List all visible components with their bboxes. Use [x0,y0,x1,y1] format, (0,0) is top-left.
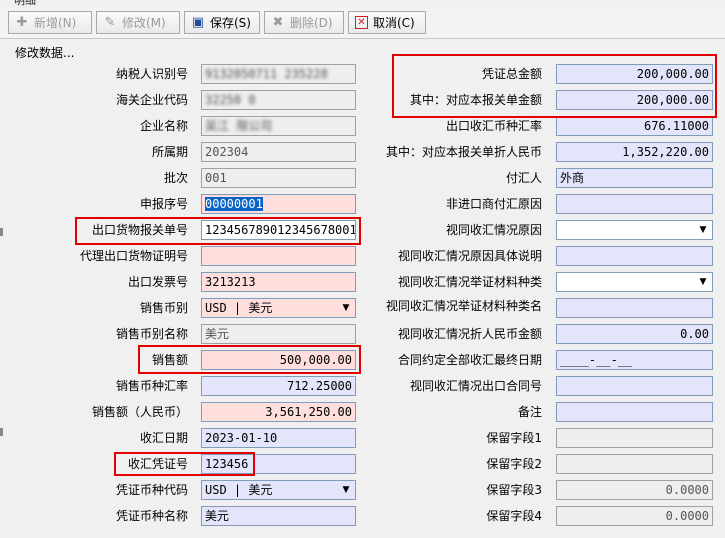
voucher-currency-name-field[interactable]: 美元 [201,506,356,526]
reserve1-label: 保留字段1 [486,431,542,445]
reserve1-field[interactable] [556,428,713,448]
agent-cert-no-label: 代理出口货物证明号 [79,249,188,263]
deemed-material-name-field[interactable] [556,298,713,318]
add-button-label: 新增(N) [34,16,77,30]
payer-label: 付汇人 [505,171,542,185]
collection-voucher-label: 收汇凭证号 [127,457,188,471]
declare-no-label: 申报序号 [139,197,188,211]
sales-rate-label: 销售币种汇率 [115,379,188,393]
invoice-no-field[interactable]: 3213213 [201,272,356,292]
cancel-icon: ✕ [355,16,368,29]
deemed-contract-no-field[interactable] [556,376,713,396]
export-rate-label: 出口收汇币种汇率 [445,119,542,133]
contract-final-date-field[interactable]: ____-__-__ [556,350,713,370]
deemed-reason-select[interactable]: ▼ [556,220,713,240]
company-name-field[interactable]: 吴江 限公司 [201,116,356,136]
cancel-button[interactable]: ✕ 取消(C) [348,11,426,34]
non-importer-reason-label: 非进口商付汇原因 [445,197,542,211]
collection-date-field[interactable]: 2023-01-10 [201,428,356,448]
deemed-rmb-field[interactable]: 0.00 [556,324,713,344]
reserve3-field[interactable]: 0.0000 [556,480,713,500]
deemed-reason-label: 视同收汇情况原因 [445,223,542,237]
sales-amount-field[interactable]: 500,000.00 [201,350,356,370]
splitter-handle[interactable] [0,228,7,236]
chevron-down-icon[interactable]: ▼ [339,300,353,316]
batch-label: 批次 [163,171,188,185]
sales-amount-label: 销售额 [151,353,188,367]
add-icon: ✚ [16,14,28,30]
save-button-label: 保存(S) [210,16,251,30]
batch-field[interactable]: 001 [201,168,356,188]
toolbar: ✚ 新增(N) ✎ 修改(M) ▣ 保存(S) ✖ 删除(D) ✕ 取消(C) [0,8,725,39]
delete-button[interactable]: ✖ 删除(D) [264,11,344,34]
contract-final-date-label: 合同约定全部收汇最终日期 [397,353,542,367]
sales-currency-name-field[interactable]: 美元 [201,324,356,344]
reserve2-field[interactable] [556,454,713,474]
customs-code-field[interactable]: 32250 0 [201,90,356,110]
declaration-rmb-field[interactable]: 1,352,220.00 [556,142,713,162]
reserve3-label: 保留字段3 [486,483,542,497]
invoice-no-label: 出口发票号 [127,275,188,289]
delete-button-label: 删除(D) [290,16,333,30]
sales-amount-rmb-field[interactable]: 3,561,250.00 [201,402,356,422]
agent-cert-no-field[interactable] [201,246,356,266]
taxpayer-id-field[interactable]: 9132050711 235228 [201,64,356,84]
non-importer-reason-field[interactable] [556,194,713,214]
deemed-material-type-select[interactable]: ▼ [556,272,713,292]
payer-field[interactable]: 外商 [556,168,713,188]
edit-button[interactable]: ✎ 修改(M) [96,11,180,34]
splitter-handle[interactable] [0,428,7,436]
delete-icon: ✖ [272,14,284,30]
export-declaration-no-field[interactable]: 123456789012345678001 [201,220,356,240]
sales-currency-name-label: 销售币别名称 [115,327,188,341]
voucher-total-field[interactable]: 200,000.00 [556,64,713,84]
customs-code-label: 海关企业代码 [115,93,188,107]
sales-rate-field[interactable]: 712.25000 [201,376,356,396]
edit-button-label: 修改(M) [122,16,166,30]
deemed-material-type-label: 视同收汇情况举证材料种类 [397,275,542,289]
declaration-rmb-label: 其中：对应本报关单折人民币 [385,145,542,159]
voucher-currency-select[interactable]: USD | 美元 ▼ [201,480,356,500]
taxpayer-id-label: 纳税人识别号 [115,67,188,81]
sales-amount-rmb-label: 销售额（人民币） [91,405,188,419]
deemed-material-name-label: 视同收汇情况举证材料种类名 [385,299,542,313]
chevron-down-icon[interactable]: ▼ [339,482,353,498]
deemed-contract-no-label: 视同收汇情况出口合同号 [409,379,542,393]
window-title: 明细 [14,0,36,7]
reserve4-label: 保留字段4 [486,509,542,523]
collection-date-label: 收汇日期 [139,431,188,445]
remark-label: 备注 [517,405,542,419]
period-label: 所属期 [151,145,188,159]
voucher-currency-name-label: 凭证币种名称 [115,509,188,523]
declaration-amount-field[interactable]: 200,000.00 [556,90,713,110]
sales-currency-label: 销售币别 [139,301,188,315]
edit-icon: ✎ [104,14,116,30]
voucher-total-label: 凭证总金额 [481,67,542,81]
declaration-amount-label: 其中：对应本报关单金额 [409,93,542,107]
reserve4-field[interactable]: 0.0000 [556,506,713,526]
reserve2-label: 保留字段2 [486,457,542,471]
chevron-down-icon[interactable]: ▼ [696,222,710,238]
voucher-currency-label: 凭证币种代码 [115,483,188,497]
chevron-down-icon[interactable]: ▼ [696,274,710,290]
company-name-label: 企业名称 [139,119,188,133]
period-field[interactable]: 202304 [201,142,356,162]
save-button[interactable]: ▣ 保存(S) [184,11,260,34]
declare-no-field[interactable]: 00000001 [201,194,356,214]
deemed-reason-detail-field[interactable] [556,246,713,266]
mode-caption: 修改数据... [15,46,75,60]
remark-field[interactable] [556,402,713,422]
add-button[interactable]: ✚ 新增(N) [8,11,92,34]
export-rate-field[interactable]: 676.11000 [556,116,713,136]
export-declaration-no-label: 出口货物报关单号 [91,223,188,237]
collection-voucher-field[interactable]: 123456 [201,454,356,474]
deemed-reason-detail-label: 视同收汇情况原因具体说明 [397,249,542,263]
save-icon: ▣ [191,14,205,30]
cancel-button-label: 取消(C) [373,16,415,30]
deemed-rmb-label: 视同收汇情况折人民币金额 [397,327,542,341]
sales-currency-select[interactable]: USD | 美元 ▼ [201,298,356,318]
